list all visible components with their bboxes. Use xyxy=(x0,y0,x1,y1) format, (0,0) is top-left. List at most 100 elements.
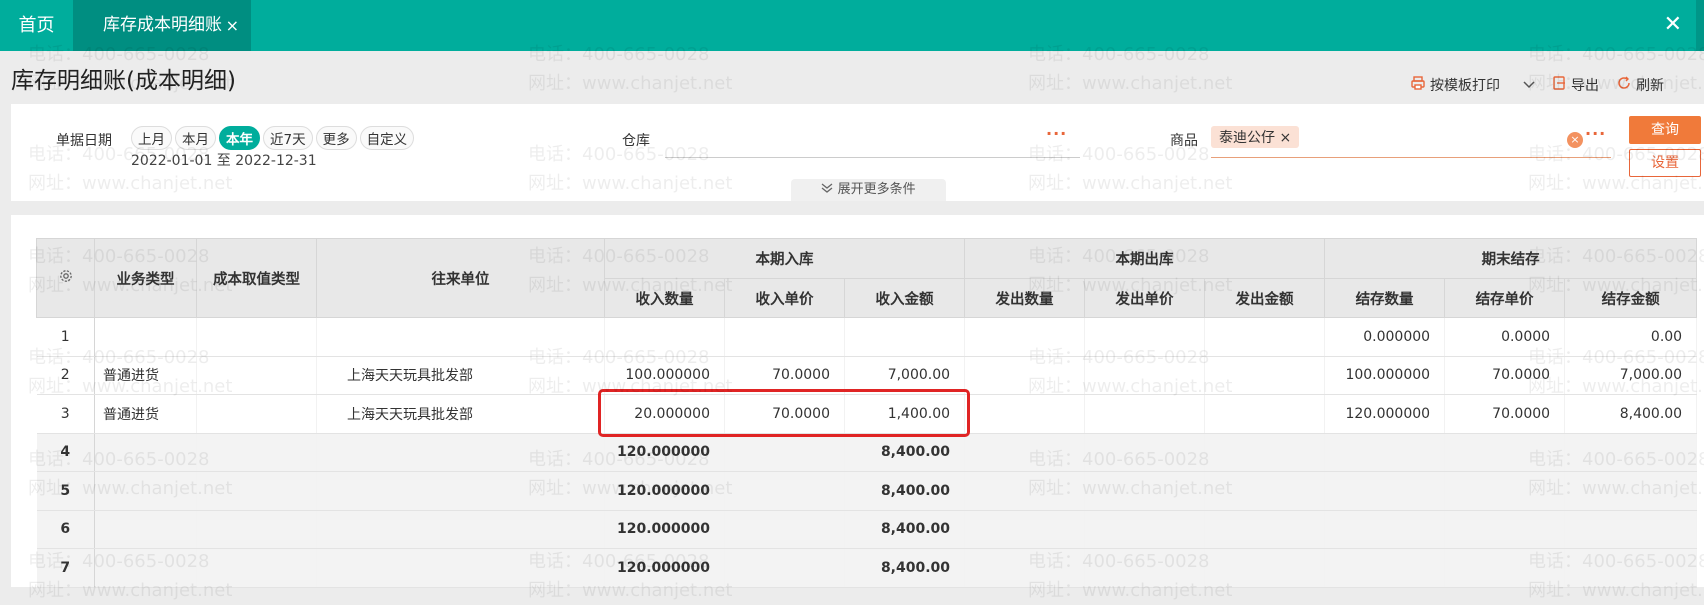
warehouse-input[interactable] xyxy=(665,157,1080,158)
column-settings[interactable] xyxy=(36,238,95,318)
cell-partner xyxy=(316,548,605,588)
warehouse-label: 仓库 xyxy=(622,133,650,149)
date-chip-this-month[interactable]: 本月 xyxy=(175,126,216,150)
table-row[interactable]: 6 120.000000 8,400.00 xyxy=(36,510,1698,549)
refresh-button[interactable]: 刷新 xyxy=(1617,75,1664,95)
table-row[interactable]: 4 120.000000 8,400.00 xyxy=(36,433,1698,472)
cell-partner: 上海天天玩具批发部 xyxy=(316,356,605,395)
close-tab-icon[interactable]: × xyxy=(226,0,239,51)
setting-button[interactable]: 设置 xyxy=(1629,149,1701,177)
header-out-qty[interactable]: 发出数量 xyxy=(964,278,1086,318)
cell-end-price: 70.0000 xyxy=(1444,356,1566,395)
header-end-amt[interactable]: 结存金额 xyxy=(1564,278,1698,318)
cell-end-price xyxy=(1444,548,1566,588)
cell-out-amt xyxy=(1204,510,1326,549)
product-label: 商品 xyxy=(1170,133,1198,149)
cell-in-qty: 120.000000 xyxy=(604,548,725,588)
clear-icon[interactable]: × xyxy=(1567,132,1583,148)
date-chip-custom[interactable]: 自定义 xyxy=(359,126,415,150)
header-in-qty[interactable]: 收入数量 xyxy=(604,278,725,318)
product-more-icon[interactable]: ··· xyxy=(1585,124,1606,143)
header-partner[interactable]: 往来单位 xyxy=(316,238,605,318)
header-in-amt[interactable]: 收入金额 xyxy=(843,278,966,318)
cell-out-price xyxy=(1084,394,1206,434)
cell-in-price xyxy=(724,433,845,472)
warehouse-more-icon[interactable]: ··· xyxy=(1046,124,1067,143)
cell-idx: 4 xyxy=(36,433,95,472)
tab-home[interactable]: 首页 xyxy=(0,0,73,51)
cell-in-qty: 120.000000 xyxy=(604,510,725,549)
cell-end-price: 0.0000 xyxy=(1444,317,1566,357)
product-tag-label: 泰迪公仔 xyxy=(1219,130,1275,146)
cell-out-price xyxy=(1084,317,1206,357)
cell-idx: 5 xyxy=(36,471,95,511)
table-row[interactable]: 5 120.000000 8,400.00 xyxy=(36,471,1698,511)
close-window-icon[interactable]: ✕ xyxy=(1664,0,1682,49)
scrollbar[interactable] xyxy=(1696,0,1704,51)
cell-partner: 上海天天玩具批发部 xyxy=(316,394,605,434)
product-tag: 泰迪公仔 × xyxy=(1211,126,1300,148)
header-in-price[interactable]: 收入单价 xyxy=(724,278,845,318)
cell-in-qty: 120.000000 xyxy=(604,471,725,511)
table-row[interactable]: 7 120.000000 8,400.00 xyxy=(36,548,1698,588)
cell-partner xyxy=(316,317,605,357)
cell-in-amt: 8,400.00 xyxy=(844,510,966,549)
table-row[interactable]: 1 0.000000 0.0000 0.00 xyxy=(36,317,1698,357)
cell-in-qty xyxy=(604,317,725,357)
watermark-site: 网址：www.chanjet.net xyxy=(528,73,733,94)
cell-end-price xyxy=(1444,433,1566,472)
header-biz-type[interactable]: 业务类型 xyxy=(94,238,197,318)
gear-icon[interactable] xyxy=(59,270,73,287)
cell-idx: 6 xyxy=(36,510,95,549)
print-button[interactable]: 按模板打印 xyxy=(1411,75,1535,95)
cell-end-qty xyxy=(1324,548,1446,588)
cell-out-qty xyxy=(964,471,1086,511)
cell-end-qty xyxy=(1324,471,1446,511)
cell-end-qty: 100.000000 xyxy=(1324,356,1446,395)
cell-end-price xyxy=(1444,510,1566,549)
cell-cost xyxy=(196,433,317,472)
cell-in-qty: 120.000000 xyxy=(604,433,725,472)
header-end-price[interactable]: 结存单价 xyxy=(1444,278,1566,318)
cell-out-price xyxy=(1084,471,1206,511)
export-button[interactable]: 导出 xyxy=(1553,75,1599,95)
cell-out-qty xyxy=(964,548,1086,588)
query-button[interactable]: 查询 xyxy=(1629,116,1701,144)
cell-biz xyxy=(94,510,197,549)
chevron-down-icon[interactable] xyxy=(1523,78,1535,92)
cell-out-amt xyxy=(1204,394,1326,434)
date-chip-last-7-days[interactable]: 近7天 xyxy=(263,126,313,150)
watermark-site: 网址：www.chanjet.net xyxy=(1028,73,1233,94)
cell-out-amt xyxy=(1204,471,1326,511)
cell-biz: 普通进货 xyxy=(94,356,197,395)
cell-in-price xyxy=(724,548,845,588)
date-chip-this-year[interactable]: 本年 xyxy=(219,126,260,150)
cell-biz xyxy=(94,471,197,511)
header-out-amt[interactable]: 发出金额 xyxy=(1204,278,1326,318)
cell-idx: 2 xyxy=(36,356,95,395)
cell-end-qty xyxy=(1324,510,1446,549)
export-icon xyxy=(1553,76,1566,94)
refresh-icon xyxy=(1617,76,1631,94)
product-input[interactable] xyxy=(1211,157,1611,158)
tab-inventory-cost-ledger[interactable]: 库存成本明细账 × xyxy=(73,0,251,51)
header-cost-type[interactable]: 成本取值类型 xyxy=(196,238,317,318)
cell-end-amt: 8,400.00 xyxy=(1564,394,1698,434)
export-label: 导出 xyxy=(1571,78,1599,94)
cell-idx: 7 xyxy=(36,548,95,588)
cell-out-qty xyxy=(964,317,1086,357)
cell-out-qty xyxy=(964,356,1086,395)
cell-in-price xyxy=(724,317,845,357)
cell-out-qty xyxy=(964,433,1086,472)
cell-partner xyxy=(316,471,605,511)
header-out-price[interactable]: 发出单价 xyxy=(1084,278,1206,318)
header-end-qty[interactable]: 结存数量 xyxy=(1324,278,1446,318)
cell-end-amt: 0.00 xyxy=(1564,317,1698,357)
cell-partner xyxy=(316,433,605,472)
cell-end-amt xyxy=(1564,548,1698,588)
remove-tag-icon[interactable]: × xyxy=(1279,130,1291,146)
cell-in-amt: 8,400.00 xyxy=(844,433,966,472)
date-chip-more[interactable]: 更多 xyxy=(315,126,357,150)
expand-more-conditions[interactable]: 展开更多条件 xyxy=(791,179,946,201)
date-chip-last-month[interactable]: 上月 xyxy=(131,126,172,150)
